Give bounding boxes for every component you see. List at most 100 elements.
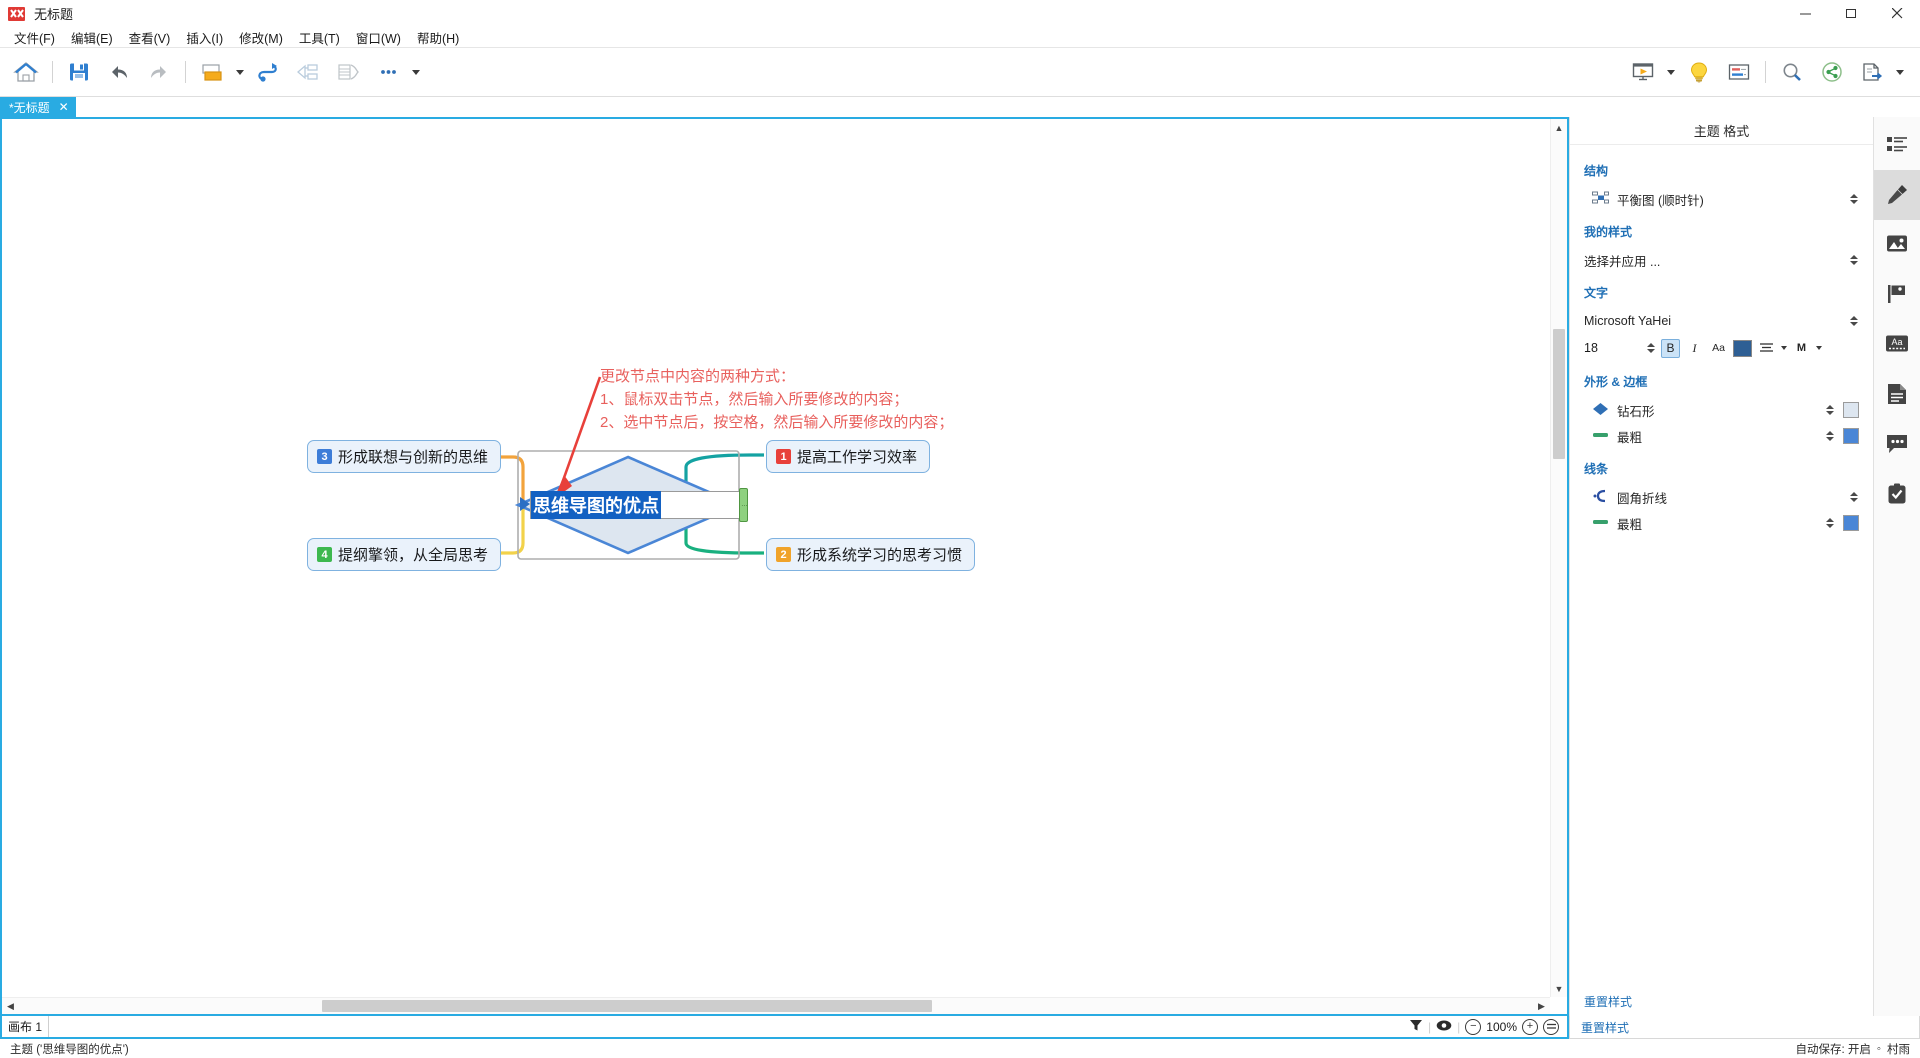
export-button[interactable] [1852, 52, 1892, 92]
redo-button[interactable] [139, 52, 179, 92]
scroll-right-arrow[interactable]: ▶ [1533, 998, 1550, 1014]
editor-resize-handle[interactable]: ⋮ [739, 488, 748, 522]
structure-spinner[interactable] [1848, 190, 1859, 208]
italic-button[interactable]: I [1685, 339, 1704, 358]
annotation-text: 更改节点中内容的两种方式： 1、鼠标双击节点，然后输入所要修改的内容； 2、选中… [600, 365, 953, 434]
mindmap-node-2[interactable]: 2 形成系统学习的思考习惯 [766, 538, 976, 571]
filter-icon[interactable] [1409, 1018, 1423, 1035]
panel-footer: 重置样式 [1569, 1016, 1920, 1039]
vertical-scrollbar[interactable]: ▲ ▼ [1550, 119, 1567, 997]
chevron-down-icon[interactable] [232, 52, 248, 92]
rail-style[interactable] [1873, 170, 1920, 220]
menu-view[interactable]: 查看(V) [121, 26, 179, 49]
text-case-button[interactable]: Aa [1709, 339, 1728, 358]
shape-fill-swatch[interactable] [1843, 402, 1859, 418]
zoom-level-label: 100% [1486, 1019, 1517, 1034]
rail-notes[interactable] [1874, 370, 1920, 420]
menu-edit[interactable]: 编辑(E) [63, 26, 121, 49]
zoom-out-button[interactable]: − [1465, 1018, 1482, 1035]
save-button[interactable] [59, 52, 99, 92]
node-label-1: 提高工作学习效率 [797, 449, 918, 466]
summary-button[interactable] [328, 52, 368, 92]
font-color-button[interactable] [1733, 339, 1752, 357]
fit-icon[interactable] [1543, 1018, 1559, 1035]
border-row[interactable]: 最粗 [1584, 423, 1859, 449]
node-badge-4: 4 [317, 547, 332, 562]
font-family-row[interactable]: Microsoft YaHei [1584, 308, 1859, 334]
mystyle-group-label: 我的样式 [1584, 225, 1633, 239]
reset-style-link[interactable]: 重置样式 [1584, 993, 1632, 1010]
scroll-down-arrow[interactable]: ▼ [1551, 980, 1567, 997]
line-color-swatch[interactable] [1843, 515, 1859, 531]
bold-button[interactable]: B [1661, 338, 1680, 358]
boundary-button[interactable] [288, 52, 328, 92]
menu-file[interactable]: 文件(F) [6, 26, 63, 49]
line-style-row[interactable]: 圆角折线 [1584, 484, 1859, 510]
shape-row[interactable]: 钻石形 [1584, 397, 1859, 423]
autosave-status: 自动保存: 开启 [1795, 1043, 1871, 1056]
eye-icon[interactable] [1436, 1019, 1452, 1035]
notes-icon [1887, 383, 1907, 408]
menu-insert[interactable]: 插入(I) [178, 26, 231, 49]
horizontal-scrollbar[interactable]: ◀ ▶ [2, 997, 1550, 1014]
more-button[interactable] [368, 52, 408, 92]
structure-row[interactable]: 平衡图 (顺时针) [1584, 186, 1859, 212]
central-topic-editor[interactable]: 思维导图的优点 [530, 491, 742, 519]
vertical-scroll-thumb[interactable] [1553, 329, 1565, 459]
chevron-down-export-icon[interactable] [1892, 52, 1908, 92]
presentation-button[interactable] [1623, 52, 1663, 92]
menu-tools[interactable]: 工具(T) [291, 26, 348, 49]
rail-marker[interactable] [1874, 270, 1920, 320]
scroll-up-arrow[interactable]: ▲ [1551, 119, 1567, 136]
outline-button[interactable] [1719, 52, 1759, 92]
search-button[interactable] [1772, 52, 1812, 92]
line-weight-row[interactable]: 最粗 [1584, 510, 1859, 536]
home-button[interactable] [6, 52, 46, 92]
scroll-left-arrow[interactable]: ◀ [2, 998, 19, 1014]
mindmap-node-3[interactable]: 3 形成联想与创新的思维 [307, 440, 502, 473]
relationship-button[interactable] [248, 52, 288, 92]
rail-text[interactable]: Aa [1874, 320, 1920, 370]
maximize-button[interactable] [1828, 0, 1874, 27]
rail-task[interactable] [1874, 470, 1920, 520]
menu-help[interactable]: 帮助(H) [409, 26, 467, 49]
horizontal-scroll-thumb[interactable] [322, 1000, 932, 1012]
line-weight-spinner[interactable] [1824, 514, 1835, 532]
reset-style-footer-link[interactable]: 重置样式 [1581, 1019, 1629, 1036]
border-spinner[interactable] [1824, 427, 1835, 445]
align-chevron-down-icon[interactable] [1781, 346, 1787, 350]
font-size-value[interactable]: 18 [1584, 341, 1640, 355]
insert-topic-button[interactable] [192, 52, 232, 92]
share-button[interactable] [1812, 52, 1852, 92]
align-icon[interactable] [1757, 339, 1776, 358]
rail-comment[interactable] [1874, 420, 1920, 470]
mystyle-row[interactable]: 选择并应用 ... [1584, 247, 1859, 273]
sheet-tab-canvas1[interactable]: 画布 1 [2, 1016, 50, 1037]
rail-properties[interactable] [1874, 120, 1920, 170]
menu-window[interactable]: 窗口(W) [348, 26, 409, 49]
border-color-swatch[interactable] [1843, 428, 1859, 444]
mystyle-spinner[interactable] [1848, 251, 1859, 269]
central-topic-text[interactable]: 思维导图的优点 [531, 491, 661, 519]
chevron-down-more-icon[interactable] [408, 52, 424, 92]
close-icon[interactable]: ✕ [59, 100, 69, 114]
document-tab[interactable]: *无标题 ✕ [0, 97, 76, 117]
margin-button[interactable]: M [1792, 339, 1811, 358]
toolbar-separator-3 [1765, 61, 1766, 83]
minimize-button[interactable] [1782, 0, 1828, 27]
line-style-spinner[interactable] [1848, 488, 1859, 506]
menu-modify[interactable]: 修改(M) [231, 26, 291, 49]
mindmap-node-1[interactable]: 1 提高工作学习效率 [766, 440, 931, 473]
undo-button[interactable] [99, 52, 139, 92]
chevron-down-presentation-icon[interactable] [1663, 52, 1679, 92]
font-size-spinner[interactable] [1645, 339, 1656, 357]
shape-spinner[interactable] [1824, 401, 1835, 419]
zoom-in-button[interactable]: + [1522, 1018, 1538, 1035]
margin-chevron-down-icon[interactable] [1816, 346, 1822, 350]
mindmap-canvas[interactable]: 更改节点中内容的两种方式： 1、鼠标双击节点，然后输入所要修改的内容； 2、选中… [2, 119, 1567, 1014]
rail-image[interactable] [1874, 220, 1920, 270]
mindmap-node-4[interactable]: 4 提纲擎领，从全局思考 [307, 538, 502, 571]
brainstorm-button[interactable] [1679, 52, 1719, 92]
close-button[interactable] [1874, 0, 1920, 27]
font-family-spinner[interactable] [1848, 312, 1859, 330]
